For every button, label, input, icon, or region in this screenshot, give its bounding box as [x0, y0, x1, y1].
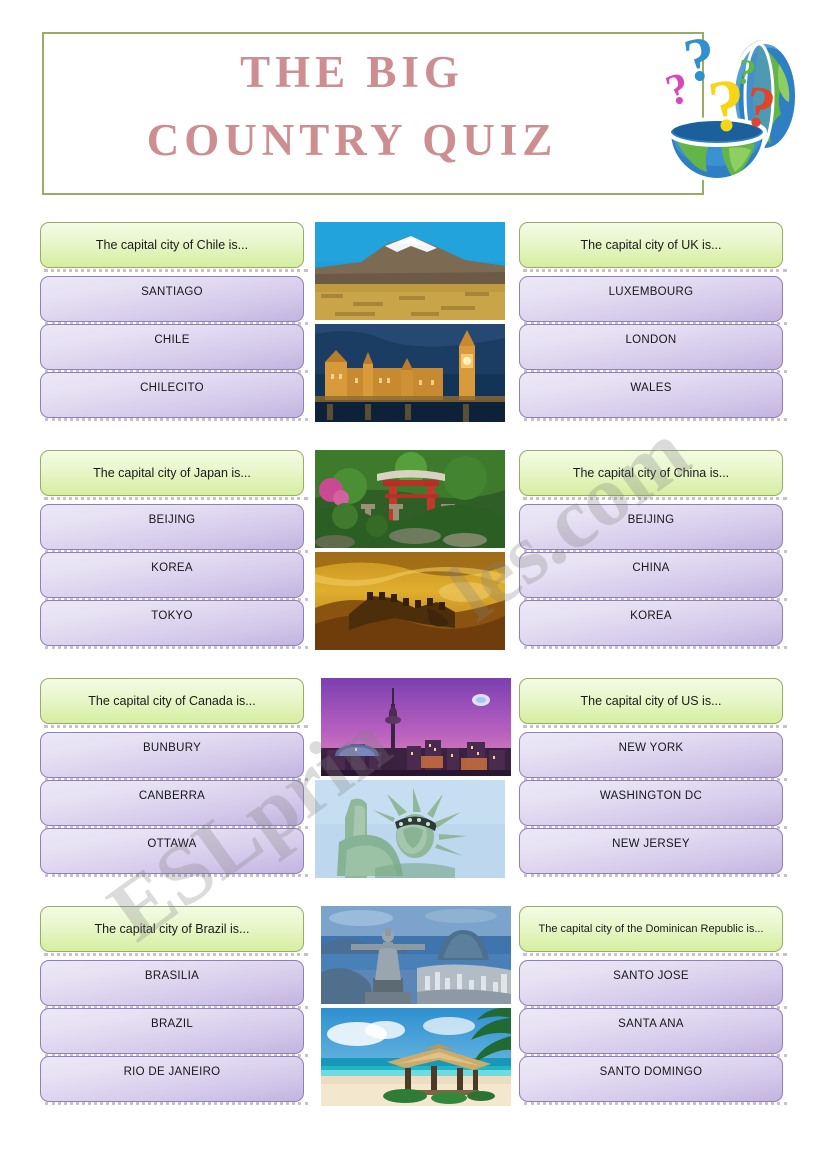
question-box: The capital city of Canada is...	[40, 678, 308, 728]
answer-option[interactable]: BEIJING	[40, 504, 308, 553]
page-title: THE BIG COUNTRY QUIZ	[146, 47, 558, 165]
answer-option[interactable]: BUNBURY	[40, 732, 308, 781]
answer-option[interactable]: KOREA	[40, 552, 308, 601]
toronto-cn-tower-skyline-photo	[321, 678, 511, 776]
quiz-block-uk: The capital city of UK is... LUXEMBOURG …	[519, 222, 787, 421]
christ-the-redeemer-rio-photo	[321, 906, 511, 1004]
worksheet-page: THE BIG COUNTRY QUIZ ? ? ? ? ? The capit…	[0, 0, 826, 1169]
answer-option[interactable]: LUXEMBOURG	[519, 276, 787, 325]
snow-capped-andes-mountain-photo	[315, 222, 505, 320]
quiz-block-dominican-republic: The capital city of the Dominican Republ…	[519, 906, 787, 1105]
picture-column	[315, 906, 511, 1110]
answer-option[interactable]: CHILE	[40, 324, 308, 373]
question-box: The capital city of Chile is...	[40, 222, 308, 272]
picture-column	[315, 222, 511, 426]
quiz-block-canada: The capital city of Canada is... BUNBURY…	[40, 678, 308, 877]
quiz-row: The capital city of Canada is... BUNBURY…	[0, 678, 826, 906]
answer-option[interactable]: CHILECITO	[40, 372, 308, 421]
japanese-torii-gate-garden-photo	[315, 450, 505, 548]
answer-option[interactable]: LONDON	[519, 324, 787, 373]
quiz-block-us: The capital city of US is... NEW YORK WA…	[519, 678, 787, 877]
question-box: The capital city of Brazil is...	[40, 906, 308, 956]
quiz-block-chile: The capital city of Chile is... SANTIAGO…	[40, 222, 308, 421]
answer-option[interactable]: NEW YORK	[519, 732, 787, 781]
question-box: The capital city of the Dominican Republ…	[519, 906, 787, 956]
answer-option[interactable]: NEW JERSEY	[519, 828, 787, 877]
question-box: The capital city of UK is...	[519, 222, 787, 272]
quiz-block-japan: The capital city of Japan is... BEIJING …	[40, 450, 308, 649]
quiz-grid: The capital city of Chile is... SANTIAGO…	[0, 222, 826, 1126]
question-box: The capital city of China is...	[519, 450, 787, 500]
great-wall-of-china-golden-photo	[315, 552, 505, 650]
statue-of-liberty-photo	[315, 780, 505, 878]
picture-column	[315, 450, 511, 654]
answer-option[interactable]: WALES	[519, 372, 787, 421]
answer-option[interactable]: BRASILIA	[40, 960, 308, 1009]
answer-option[interactable]: CANBERRA	[40, 780, 308, 829]
quiz-row: The capital city of Brazil is... BRASILI…	[0, 906, 826, 1126]
quiz-block-brazil: The capital city of Brazil is... BRASILI…	[40, 906, 308, 1105]
answer-option[interactable]: CHINA	[519, 552, 787, 601]
answer-option[interactable]: TOKYO	[40, 600, 308, 649]
big-ben-westminster-palace-photo	[315, 324, 505, 422]
answer-option[interactable]: RIO DE JANEIRO	[40, 1056, 308, 1105]
tropical-beach-thatched-gazebo-photo	[321, 1008, 511, 1106]
quiz-row: The capital city of Japan is... BEIJING …	[0, 450, 826, 678]
answer-option[interactable]: SANTA ANA	[519, 1008, 787, 1057]
answer-option[interactable]: WASHINGTON DC	[519, 780, 787, 829]
quiz-block-china: The capital city of China is... BEIJING …	[519, 450, 787, 649]
answer-option[interactable]: KOREA	[519, 600, 787, 649]
picture-column	[315, 678, 511, 882]
answer-option[interactable]: BEIJING	[519, 504, 787, 553]
answer-option[interactable]: BRAZIL	[40, 1008, 308, 1057]
quiz-row: The capital city of Chile is... SANTIAGO…	[0, 222, 826, 450]
answer-option[interactable]: OTTAWA	[40, 828, 308, 877]
open-globe-with-question-marks-icon: ? ? ? ? ?	[655, 24, 805, 196]
answer-option[interactable]: SANTIAGO	[40, 276, 308, 325]
question-box: The capital city of US is...	[519, 678, 787, 728]
answer-option[interactable]: SANTO DOMINGO	[519, 1056, 787, 1105]
question-box: The capital city of Japan is...	[40, 450, 308, 500]
answer-option[interactable]: SANTO JOSE	[519, 960, 787, 1009]
